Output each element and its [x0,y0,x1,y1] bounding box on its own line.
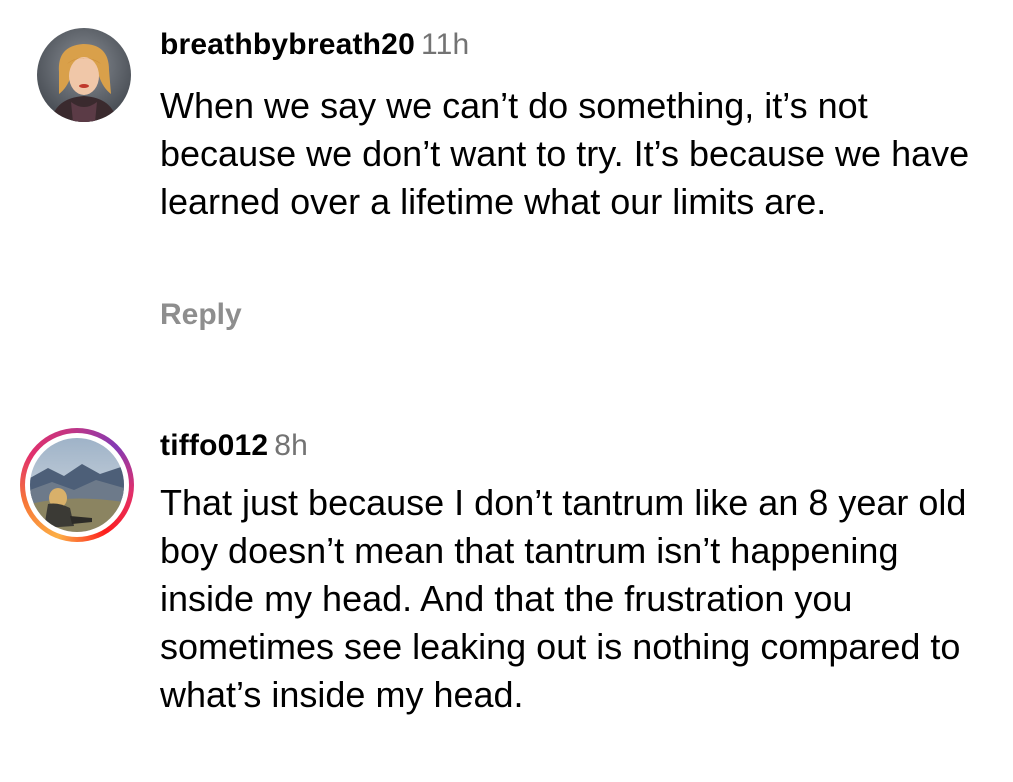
username-text[interactable]: tiffo012 [160,429,268,462]
comment-text: That just because I don’t tantrum like a… [160,482,967,715]
profile-photo [37,28,131,122]
username[interactable]: tiffo012 8h [160,429,308,463]
profile-photo [30,438,124,532]
comment-text: When we say we can’t do something, it’s … [160,85,970,222]
story-ring[interactable] [20,428,134,542]
reply-button[interactable]: Reply [160,298,242,332]
username[interactable]: breathbybreath20 11h [160,28,469,62]
username-text[interactable]: breathbybreath20 [160,28,415,61]
timestamp: 11h [420,28,470,61]
avatar[interactable] [37,28,131,122]
timestamp: 8h [274,429,309,462]
